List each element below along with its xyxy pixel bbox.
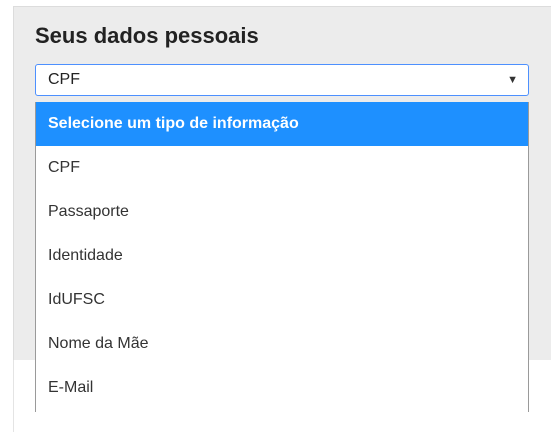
section-title: Seus dados pessoais	[35, 23, 259, 48]
select-current-value: CPF	[48, 71, 80, 88]
dropdown-option-placeholder[interactable]: Selecione um tipo de informação	[36, 102, 528, 146]
dropdown-option-cpf[interactable]: CPF	[36, 146, 528, 190]
dropdown-option-identidade[interactable]: Identidade	[36, 234, 528, 278]
dropdown-arrow-icon[interactable]: ▼	[507, 74, 518, 86]
dropdown-option-nome-da-mae[interactable]: Nome da Mãe	[36, 322, 528, 366]
dropdown-option-idufsc[interactable]: IdUFSC	[36, 278, 528, 322]
dropdown-option-passaporte[interactable]: Passaporte	[36, 190, 528, 234]
dropdown-option-email[interactable]: E-Mail	[36, 366, 528, 410]
info-type-select[interactable]: CPF ▼	[35, 64, 529, 96]
info-type-dropdown-list: Selecione um tipo de informação CPF Pass…	[35, 102, 529, 412]
